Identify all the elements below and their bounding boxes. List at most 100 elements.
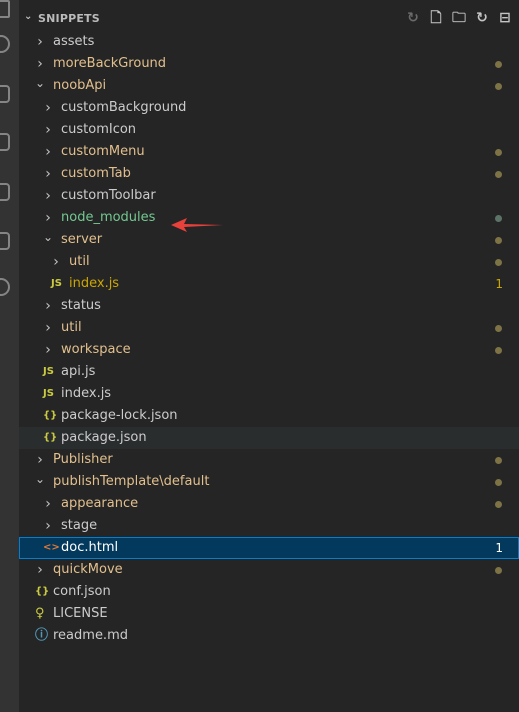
chevron-right-icon[interactable]: › [43,515,53,537]
tree-file-row[interactable]: JS index.js 1 [19,273,519,295]
chevron-down-icon[interactable]: ⌄ [35,72,45,94]
git-status-dot [495,215,502,222]
json-file-icon: {} [43,432,58,443]
html-file-icon: <> [43,542,60,553]
tree-item-label: customTab [61,166,131,181]
git-status-dot [495,567,502,574]
problem-count-badge: 1 [495,277,503,291]
tree-item-label: stage [61,518,98,533]
tree-folder-row[interactable]: › customBackground [19,97,519,119]
tree-folder-row[interactable]: ⌄ server [19,229,519,251]
chevron-right-icon[interactable]: › [43,119,53,141]
javascript-file-icon: JS [51,278,62,289]
tree-file-row[interactable]: JS index.js [19,383,519,405]
git-status-dot [495,83,502,90]
tree-file-row[interactable]: {} conf.json [19,581,519,603]
tree-folder-row[interactable]: › status [19,295,519,317]
tree-file-row[interactable]: ⓘ readme.md [19,625,519,647]
tree-item-label: util [69,254,90,269]
explorer-header[interactable]: ⌄ SNIPPETS ↻ 🗋 🗀 ↻ ⊟ [19,9,519,31]
tree-folder-row[interactable]: › quickMove [19,559,519,581]
tree-folder-row[interactable]: ⌄ publishTemplate\default [19,471,519,493]
explorer-panel: ⌄ SNIPPETS ↻ 🗋 🗀 ↻ ⊟ › assets › moreBackGro… [19,0,519,712]
problem-count-badge: 1 [495,541,503,555]
history-icon[interactable]: ↻ [405,9,421,27]
tree-item-label: quickMove [53,562,123,577]
tree-folder-row[interactable]: › util [19,251,519,273]
tree-item-label: api.js [61,364,96,379]
tree-item-label: server [61,232,103,247]
tree-folder-row[interactable]: › customMenu [19,141,519,163]
tree-file-row[interactable]: JS api.js [19,361,519,383]
chevron-right-icon[interactable]: › [35,31,45,53]
remote-explorer-icon[interactable] [0,232,10,250]
tree-item-label: status [61,298,101,313]
chevron-down-icon[interactable]: ⌄ [43,226,53,248]
tree-item-label: package.json [61,430,147,445]
new-folder-icon[interactable]: 🗀 [451,9,467,27]
chevron-down-icon[interactable]: ⌄ [24,11,32,22]
tree-file-row[interactable]: {} package-lock.json [19,405,519,427]
tree-file-row[interactable]: ♀ LICENSE [19,603,519,625]
chevron-right-icon[interactable]: › [43,141,53,163]
source-control-icon[interactable] [0,85,10,103]
tree-folder-row[interactable]: › assets [19,31,519,53]
new-file-icon[interactable]: 🗋 [428,9,444,27]
explorer-actions: ↻ 🗋 🗀 ↻ ⊟ [405,9,513,27]
tree-file-row[interactable]: <> doc.html 1 [19,537,519,559]
file-tree: › assets › moreBackGround ⌄ noobApi › customBac… [19,31,519,647]
extensions-icon[interactable] [0,183,10,201]
chevron-right-icon[interactable]: › [43,317,53,339]
git-status-dot [495,457,502,464]
chevron-right-icon[interactable]: › [43,339,53,361]
tree-item-label: publishTemplate\default [53,474,210,489]
tree-folder-row[interactable]: › customTab [19,163,519,185]
tree-folder-row[interactable]: › Publisher [19,449,519,471]
tree-item-label: readme.md [53,628,128,643]
annotation-arrow [171,218,223,232]
git-status-dot [495,479,502,486]
explorer-title: SNIPPETS [38,12,100,25]
tree-item-label: index.js [69,276,120,291]
files-icon[interactable] [0,0,10,18]
git-status-dot [495,237,502,244]
tree-file-row[interactable]: {} package.json [19,427,519,449]
chevron-right-icon[interactable]: › [43,97,53,119]
git-status-dot [495,61,502,68]
chevron-right-icon[interactable]: › [43,295,53,317]
tree-item-label: moreBackGround [53,56,167,71]
tree-folder-row[interactable]: › appearance [19,493,519,515]
collapse-all-icon[interactable]: ⊟ [497,9,513,27]
tree-folder-row[interactable]: › node_modules [19,207,519,229]
git-status-dot [495,501,502,508]
tree-item-label: util [61,320,82,335]
run-debug-icon[interactable] [0,133,10,151]
json-file-icon: {} [43,410,58,421]
git-status-dot [495,259,502,266]
tree-folder-row[interactable]: ⌄ noobApi [19,75,519,97]
tree-folder-row[interactable]: › stage [19,515,519,537]
chevron-right-icon[interactable]: › [43,185,53,207]
tree-folder-row[interactable]: › workspace [19,339,519,361]
chevron-right-icon[interactable]: › [43,493,53,515]
chevron-right-icon[interactable]: › [51,251,61,273]
license-file-icon: ♀ [35,606,45,621]
activity-bar [0,0,19,712]
tree-item-label: LICENSE [53,606,108,621]
tree-item-label: index.js [61,386,112,401]
search-icon[interactable] [0,35,10,53]
tree-folder-row[interactable]: › customToolbar [19,185,519,207]
refresh-icon[interactable]: ↻ [474,9,490,27]
chevron-right-icon[interactable]: › [35,559,45,581]
chevron-down-icon[interactable]: ⌄ [35,468,45,490]
tree-item-label: customBackground [61,100,187,115]
javascript-file-icon: JS [43,366,54,377]
tree-item-label: conf.json [53,584,111,599]
tree-item-label: node_modules [61,210,156,225]
tree-folder-row[interactable]: › util [19,317,519,339]
chevron-right-icon[interactable]: › [43,163,53,185]
tree-folder-row[interactable]: › customIcon [19,119,519,141]
accounts-icon[interactable] [0,278,10,296]
tree-item-label: noobApi [53,78,107,93]
tree-folder-row[interactable]: › moreBackGround [19,53,519,75]
